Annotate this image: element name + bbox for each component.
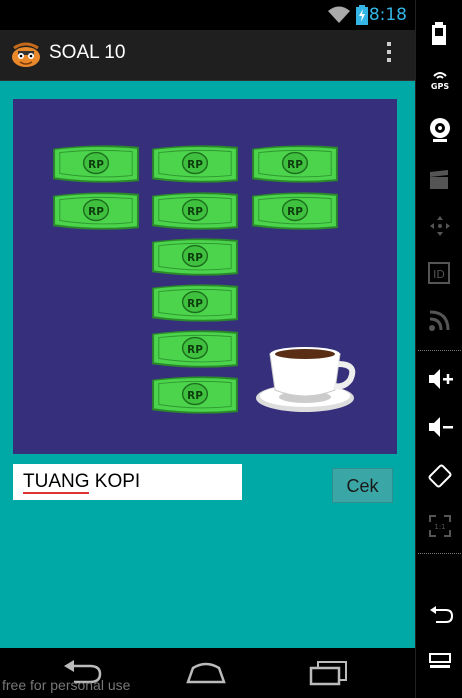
webcam-icon[interactable]: [428, 117, 452, 143]
puzzle-image: RP RP RP RP RP RP RP RP RP RP: [13, 99, 397, 454]
clock: 8:18: [368, 5, 407, 25]
svg-text:GPS: GPS: [431, 82, 449, 90]
rotate-icon[interactable]: [428, 464, 452, 488]
money-bill-icon: RP: [152, 238, 238, 276]
volume-down-icon[interactable]: [428, 416, 454, 438]
rss-icon[interactable]: [428, 310, 450, 332]
status-bar: 8:18: [0, 0, 415, 30]
money-bill-icon: RP: [252, 145, 338, 183]
content-area: RP RP RP RP RP RP RP RP RP RP TUANG KOPI Cek: [0, 81, 415, 648]
action-bar: SOAL 10: [0, 30, 415, 81]
back-icon[interactable]: [428, 606, 454, 624]
bill-label: RP: [187, 344, 203, 356]
money-bill-icon: RP: [252, 192, 338, 230]
money-bill-icon: RP: [152, 330, 238, 368]
spellcheck-underline: [23, 492, 89, 494]
battery-charging-icon: [356, 5, 368, 25]
watermark-text: free for personal use: [2, 677, 131, 693]
home-icon[interactable]: [185, 660, 227, 684]
money-bill-icon: RP: [152, 192, 238, 230]
bill-label: RP: [187, 252, 203, 264]
emulator-side-panel: GPS ID 1:1: [415, 0, 462, 698]
clapperboard-icon[interactable]: [428, 170, 450, 190]
coffee-cup-icon: [256, 347, 356, 412]
phone-screen: 8:18 SOAL 10 RP RP RP RP RP RP RP RP RP RP: [0, 0, 415, 698]
money-bill-icon: RP: [152, 284, 238, 322]
scale-icon[interactable]: 1:1: [428, 514, 452, 538]
bill-label: RP: [187, 159, 203, 171]
dpad-icon[interactable]: [428, 214, 452, 238]
bill-label: RP: [287, 206, 303, 218]
check-button[interactable]: Cek: [332, 468, 393, 503]
wifi-icon: [328, 6, 350, 23]
separator: [418, 553, 461, 554]
navigation-bar: free for personal use: [0, 648, 415, 698]
recent-apps-icon[interactable]: [308, 660, 348, 686]
separator: [418, 350, 461, 351]
bill-label: RP: [187, 390, 203, 402]
volume-up-icon[interactable]: [428, 368, 454, 390]
bill-label: RP: [187, 206, 203, 218]
money-bill-icon: RP: [53, 145, 139, 183]
battery-icon[interactable]: [428, 22, 450, 46]
bill-label: RP: [88, 206, 104, 218]
money-bill-icon: RP: [53, 192, 139, 230]
answer-input[interactable]: TUANG KOPI: [13, 464, 242, 500]
id-icon[interactable]: ID: [428, 262, 450, 284]
money-bill-icon: RP: [152, 376, 238, 414]
svg-text:ID: ID: [433, 268, 445, 281]
bill-label: RP: [88, 159, 104, 171]
gps-icon[interactable]: GPS: [428, 70, 452, 90]
app-title: SOAL 10: [49, 42, 126, 63]
bill-label: RP: [287, 159, 303, 171]
menu-icon[interactable]: [428, 652, 452, 672]
money-bill-icon: RP: [152, 145, 238, 183]
bill-label: RP: [187, 298, 203, 310]
app-logo-icon[interactable]: [10, 42, 42, 68]
overflow-menu-icon[interactable]: [385, 42, 393, 68]
svg-text:1:1: 1:1: [434, 523, 445, 531]
